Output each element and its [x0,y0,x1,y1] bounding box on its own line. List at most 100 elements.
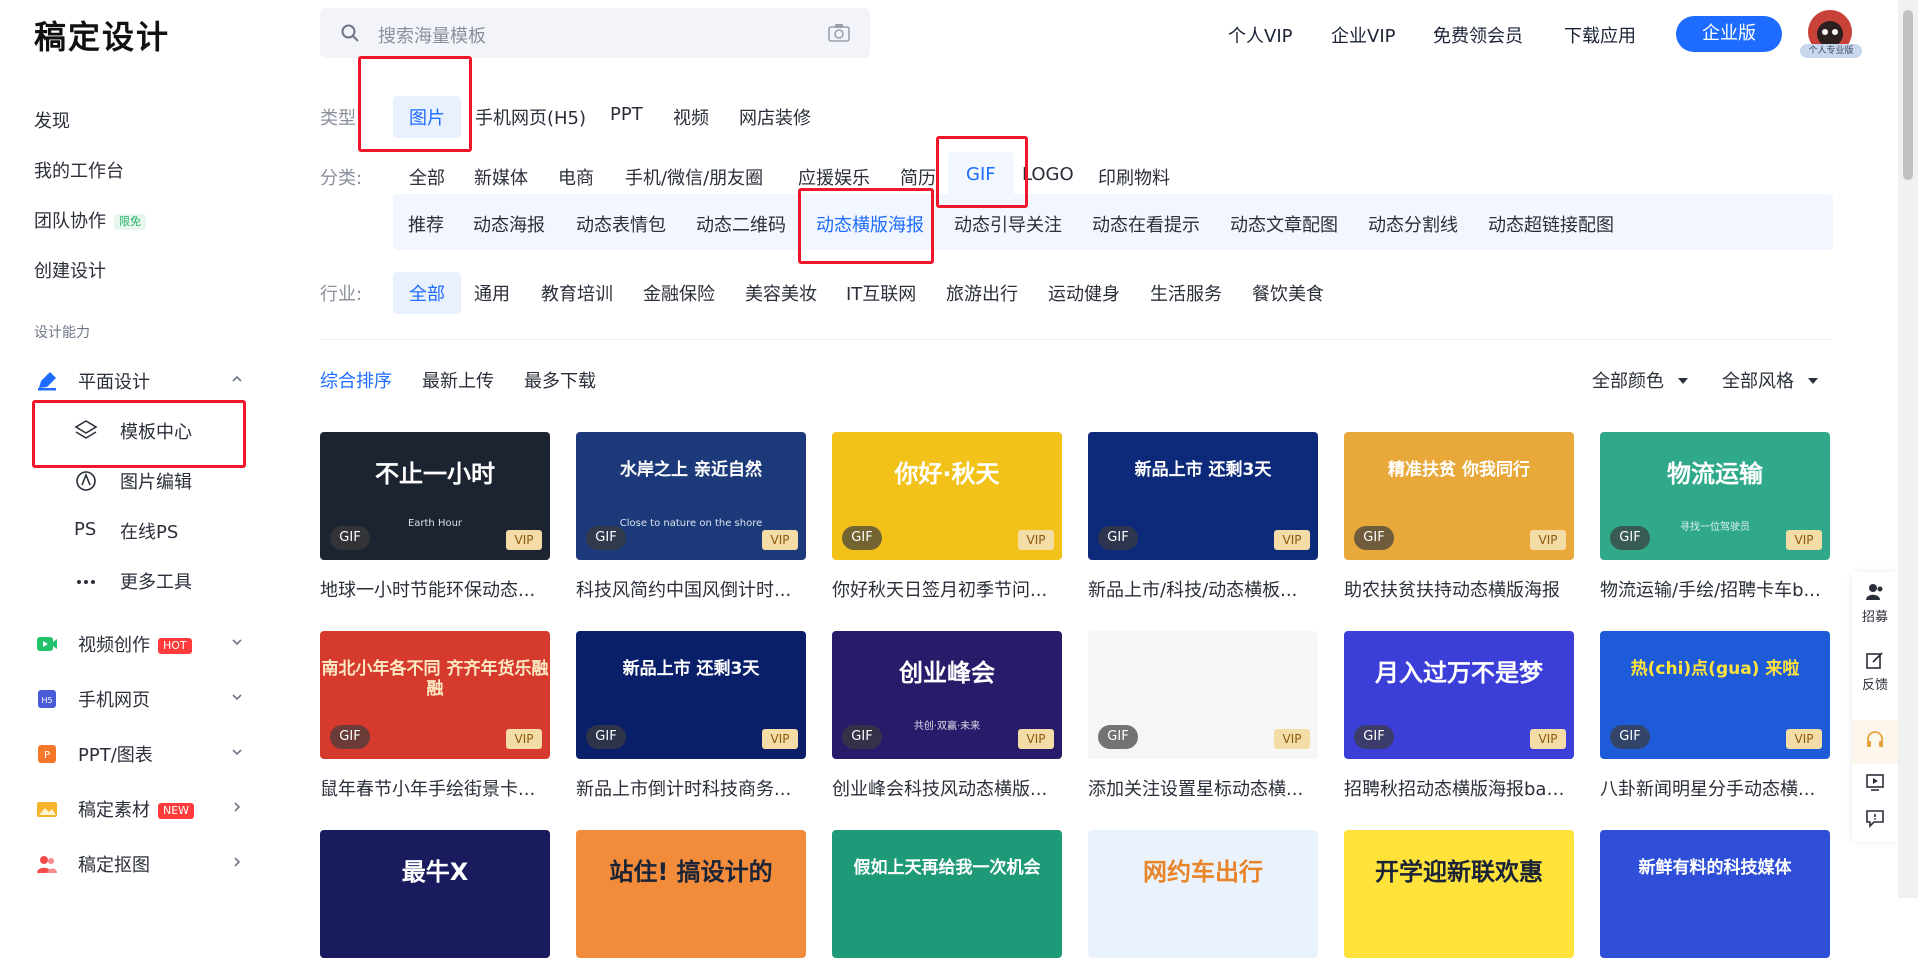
nav-personal-vip[interactable]: 个人VIP [1228,22,1292,48]
sort-option[interactable]: 最多下载 [524,367,596,393]
template-thumbnail[interactable]: 月入过万不是梦 GIF VIP [1344,631,1574,759]
filter-type-option[interactable]: 图片 [393,96,461,138]
template-thumbnail[interactable]: 你好·秋天 GIF VIP [832,432,1062,560]
template-thumbnail[interactable]: 新品上市 还剩3天 GIF VIP [1088,432,1318,560]
brand-logo[interactable]: 稿定设计 [34,12,170,58]
filter-category-option[interactable]: 简历 [900,164,936,190]
filter-category-option[interactable]: LOGO [1022,164,1074,185]
filter-type-option[interactable]: PPT [610,104,643,125]
nav-download-app[interactable]: 下载应用 [1564,22,1636,48]
template-thumbnail[interactable]: 水岸之上 亲近自然 Close to nature on the shore GIF… [576,432,806,560]
filter-industry-option[interactable]: 美容美妆 [745,280,817,306]
filter-industry-option[interactable]: 运动健身 [1048,280,1120,306]
filter-subcategory-option[interactable]: 动态海报 [473,211,545,237]
sidebar-item-workbench[interactable]: 我的工作台 [34,157,124,183]
sidebar-item-discover[interactable]: 发现 [34,107,70,133]
template-card[interactable]: 新品上市 还剩3天 GIF VIP 新品上市倒计时科技商务... [576,631,806,801]
template-card[interactable]: 不止一小时 Earth Hour GIF VIP 地球一小时节能环保动态... [320,432,550,602]
template-thumbnail[interactable]: 不止一小时 Earth Hour GIF VIP [320,432,550,560]
filter-subcategory-option[interactable]: 动态引导关注 [954,211,1062,237]
template-title[interactable]: 鼠年春节小年手绘街景卡... [320,775,550,801]
filter-category-option[interactable]: 全部 [409,164,445,190]
enterprise-button[interactable]: 企业版 [1676,16,1782,52]
template-card[interactable]: 月入过万不是梦 GIF VIP 招聘秋招动态横版海报ban... [1344,631,1574,801]
sidebar-item-create[interactable]: 创建设计 [34,257,106,283]
recruit-button[interactable]: 招募 [1852,582,1898,625]
template-card[interactable]: 你好·秋天 GIF VIP 你好秋天日签月初季节问... [832,432,1062,602]
template-thumbnail[interactable]: 最牛X [320,830,550,958]
template-card[interactable]: 热(chi)点(gua) 来啦 GIF VIP 八卦新闻明星分手动态横... [1600,631,1830,801]
filter-industry-option[interactable]: 旅游出行 [946,280,1018,306]
template-card[interactable]: 创业峰会 共创·双赢·未来 GIF VIP 创业峰会科技风动态横版... [832,631,1062,801]
filter-industry-option[interactable]: 教育培训 [541,280,613,306]
template-thumbnail[interactable]: 新品上市 还剩3天 GIF VIP [576,631,806,759]
filter-subcategory-option[interactable]: 动态横版海报 [816,211,924,237]
style-dropdown[interactable]: 全部风格 [1722,367,1818,393]
template-thumbnail[interactable]: 创业峰会 共创·双赢·未来 GIF VIP [832,631,1062,759]
filter-subcategory-option[interactable]: 动态超链接配图 [1488,211,1614,237]
template-thumbnail[interactable]: 假如上天再给我一次机会 [832,830,1062,958]
filter-subcategory-option[interactable]: 动态在看提示 [1092,211,1200,237]
filter-subcategory-option[interactable]: 动态表情包 [576,211,666,237]
sidebar-group-cutout[interactable]: 稿定抠图 [34,851,244,877]
template-title[interactable]: 招聘秋招动态横版海报ban... [1344,775,1574,801]
filter-industry-option[interactable]: IT互联网 [846,280,916,306]
template-thumbnail[interactable]: 物流运输 寻找一位驾驶员 GIF VIP [1600,432,1830,560]
template-title[interactable]: 新品上市/科技/动态横板... [1088,576,1318,602]
scrollbar-thumb[interactable] [1903,10,1913,180]
template-title[interactable]: 新品上市倒计时科技商务... [576,775,806,801]
template-title[interactable]: 八卦新闻明星分手动态横... [1600,775,1830,801]
filter-category-option[interactable]: 印刷物料 [1098,164,1170,190]
sidebar-item-team[interactable]: 团队协作 限免 [34,207,146,233]
template-thumbnail[interactable]: GIF VIP [1088,631,1318,759]
template-title[interactable]: 添加关注设置星标动态横... [1088,775,1318,801]
template-title[interactable]: 你好秋天日签月初季节问... [832,576,1062,602]
filter-category-option[interactable]: 手机/微信/朋友圈 [625,164,763,190]
sidebar-group-mobile-web[interactable]: H5 手机网页 [34,686,244,712]
filter-type-option[interactable]: 视频 [673,104,709,130]
support-button[interactable] [1852,720,1898,764]
camera-icon[interactable] [828,23,850,43]
color-dropdown[interactable]: 全部颜色 [1592,367,1688,393]
template-thumbnail[interactable]: 站住! 搞设计的 [576,830,806,958]
message-button[interactable] [1852,808,1898,832]
filter-industry-option[interactable]: 金融保险 [643,280,715,306]
page-scrollbar[interactable] [1898,0,1918,898]
filter-subcategory-option[interactable]: 动态分割线 [1368,211,1458,237]
feedback-button[interactable]: 反馈 [1852,650,1898,693]
filter-subcategory-option[interactable]: 动态文章配图 [1230,211,1338,237]
sidebar-group-materials[interactable]: 稿定素材 NEW [34,796,244,822]
search-box[interactable]: 搜索海量模板 [320,8,870,58]
filter-subcategory-option[interactable]: 推荐 [408,211,444,237]
template-card[interactable]: 开学迎新联欢惠 [1344,830,1574,974]
template-card[interactable]: 最牛X [320,830,550,974]
template-card[interactable]: 新鲜有料的科技媒体 [1600,830,1830,974]
filter-subcategory-option[interactable]: 动态二维码 [696,211,786,237]
filter-industry-option[interactable]: 餐饮美食 [1252,280,1324,306]
template-card[interactable]: 假如上天再给我一次机会 [832,830,1062,974]
template-card[interactable]: 站住! 搞设计的 [576,830,806,974]
template-title[interactable]: 助农扶贫扶持动态横版海报 [1344,576,1574,602]
template-thumbnail[interactable]: 网约车出行 [1088,830,1318,958]
filter-category-option[interactable]: 应援娱乐 [798,164,870,190]
template-title[interactable]: 地球一小时节能环保动态... [320,576,550,602]
filter-industry-option[interactable]: 生活服务 [1150,280,1222,306]
template-card[interactable]: 物流运输 寻找一位驾驶员 GIF VIP 物流运输/手绘/招聘卡车b... [1600,432,1830,602]
nav-enterprise-vip[interactable]: 企业VIP [1331,22,1395,48]
filter-type-option[interactable]: 网店装修 [739,104,811,130]
sidebar-group-ppt[interactable]: P PPT/图表 [34,741,244,767]
template-thumbnail[interactable]: 南北小年各不同 齐齐年货乐融融 GIF VIP [320,631,550,759]
template-thumbnail[interactable]: 精准扶贫 你我同行 GIF VIP [1344,432,1574,560]
sort-option[interactable]: 综合排序 [320,367,392,393]
template-card[interactable]: GIF VIP 添加关注设置星标动态横... [1088,631,1318,801]
template-thumbnail[interactable]: 热(chi)点(gua) 来啦 GIF VIP [1600,631,1830,759]
template-title[interactable]: 科技风简约中国风倒计时... [576,576,806,602]
nav-free-member[interactable]: 免费领会员 [1433,22,1523,48]
filter-industry-option[interactable]: 通用 [474,280,510,306]
filter-type-option[interactable]: 手机网页(H5) [475,104,586,130]
filter-category-option[interactable]: GIF [948,152,1014,199]
search-input[interactable]: 搜索海量模板 [378,22,486,48]
template-card[interactable]: 南北小年各不同 齐齐年货乐融融 GIF VIP 鼠年春节小年手绘街景卡... [320,631,550,801]
filter-category-option[interactable]: 电商 [558,164,594,190]
sort-option[interactable]: 最新上传 [422,367,494,393]
